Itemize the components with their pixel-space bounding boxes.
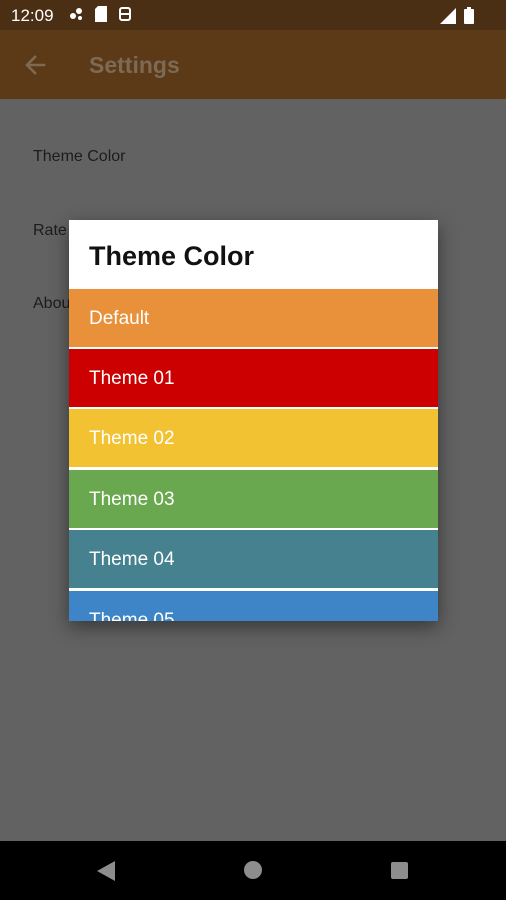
app-bar: Settings	[0, 30, 506, 99]
theme-color-dialog: Theme Color Default Theme 01 Theme 02 Th…	[69, 220, 438, 621]
theme-option-03[interactable]: Theme 03	[69, 470, 438, 528]
theme-option-04[interactable]: Theme 04	[69, 530, 438, 588]
nav-home-icon[interactable]	[244, 861, 262, 879]
sd-card-icon	[95, 6, 107, 22]
setting-about[interactable]: Abou	[33, 295, 70, 313]
option-label: Theme 04	[89, 549, 175, 570]
status-time: 12:09	[11, 6, 54, 25]
sync-icon	[119, 7, 131, 21]
theme-option-01[interactable]: Theme 01	[69, 349, 438, 407]
battery-icon	[464, 7, 474, 24]
status-icons-right	[440, 7, 474, 24]
status-bar: 12:09	[0, 0, 506, 30]
setting-theme-color[interactable]: Theme Color	[33, 148, 125, 166]
nav-back-icon[interactable]	[97, 861, 115, 881]
dialog-title: Theme Color	[89, 241, 255, 271]
arrow-back-icon[interactable]	[22, 52, 48, 78]
page-title: Settings	[89, 52, 180, 78]
option-label: Theme 05	[89, 610, 175, 621]
navigation-bar	[0, 841, 506, 900]
setting-rate[interactable]: Rate	[33, 222, 67, 240]
nav-recents-icon[interactable]	[391, 862, 408, 879]
option-label: Theme 01	[89, 368, 175, 389]
status-icons-left	[68, 6, 132, 22]
option-label: Theme 03	[89, 489, 175, 510]
theme-option-02[interactable]: Theme 02	[69, 409, 438, 467]
signal-icon	[440, 7, 456, 24]
theme-option-05[interactable]: Theme 05	[69, 591, 438, 621]
option-label: Theme 02	[89, 428, 175, 449]
theme-option-default[interactable]: Default	[69, 289, 438, 347]
option-label: Default	[89, 308, 150, 329]
people-icon	[70, 8, 82, 20]
theme-option-list[interactable]: Default Theme 01 Theme 02 Theme 03 Theme…	[69, 289, 438, 621]
